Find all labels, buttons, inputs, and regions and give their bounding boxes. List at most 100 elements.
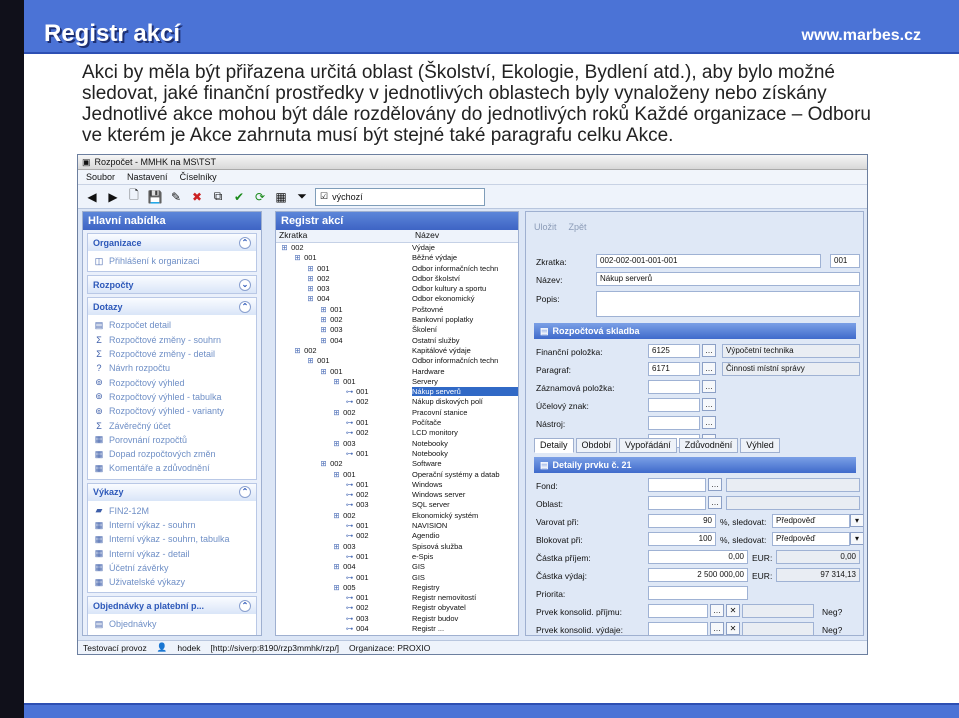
- new-icon[interactable]: 🗋: [126, 188, 142, 205]
- expand-node-icon[interactable]: ⊞: [319, 315, 328, 324]
- fond-pick-button[interactable]: …: [708, 478, 722, 491]
- fin-code-field[interactable]: 6125: [648, 344, 700, 358]
- tab-outlook[interactable]: Výhled: [740, 438, 780, 453]
- nav-item[interactable]: ▦ Dopad rozpočtových změn: [94, 447, 250, 461]
- tree-row[interactable]: ⊶ 002 LCD monitory: [276, 428, 518, 438]
- expand-node-icon[interactable]: ⊞: [332, 377, 341, 386]
- expand-node-icon[interactable]: ⊞: [293, 253, 302, 262]
- col-code[interactable]: Zkratka: [276, 230, 412, 242]
- nav-group-header[interactable]: Výkazy ⌃: [88, 483, 256, 501]
- view-combo[interactable]: ☑ výchozí: [315, 187, 485, 206]
- save-icon[interactable]: 💾: [147, 189, 163, 205]
- tab-settlement[interactable]: Vypořádání: [619, 438, 677, 453]
- tree-row[interactable]: ⊶ 002 Nákup diskových polí: [276, 397, 518, 407]
- par-code-field[interactable]: 6171: [648, 362, 700, 376]
- leaf-node-icon[interactable]: ⊶: [345, 480, 354, 489]
- leaf-node-icon[interactable]: ⊶: [345, 387, 354, 396]
- nav-item[interactable]: ▦ Interní výkaz - souhrn, tabulka: [94, 532, 250, 546]
- tree-row[interactable]: ⊞ 001 Běžné výdaje: [276, 253, 518, 263]
- tree-row[interactable]: ⊞ 002 Pracovní stanice: [276, 408, 518, 418]
- nav-item[interactable]: Σ Závěrečný účet: [94, 418, 250, 432]
- tree-row[interactable]: ⊞ 001 Poštovné: [276, 305, 518, 315]
- tree-row[interactable]: ⊞ 001 Odbor informačních techn: [276, 356, 518, 366]
- table-icon[interactable]: ▦: [273, 189, 289, 205]
- collapse-icon[interactable]: ⌃: [239, 300, 251, 313]
- fond-field[interactable]: [648, 478, 706, 492]
- menu-file[interactable]: Soubor: [86, 172, 115, 182]
- tree-row[interactable]: ⊞ 005 Registry: [276, 583, 518, 593]
- expand-node-icon[interactable]: ⊞: [332, 408, 341, 417]
- expand-node-icon[interactable]: ⊞: [319, 305, 328, 314]
- expense-field[interactable]: 2 500 000,00: [648, 568, 748, 582]
- tree-row[interactable]: ⊞ 003 Odbor kultury a sportu: [276, 284, 518, 294]
- nav-group-header[interactable]: Organizace ⌃: [88, 234, 256, 251]
- nav-item[interactable]: Σ Rozpočtové změny - detail: [94, 347, 250, 361]
- expand-node-icon[interactable]: ⊞: [319, 325, 328, 334]
- tree-row[interactable]: ⊶ 004 Registr ...: [276, 624, 518, 634]
- tree-row[interactable]: ⊞ 004 Odbor ekonomický: [276, 294, 518, 304]
- tree-row[interactable]: ⊞ 001 Hardware: [276, 367, 518, 377]
- warn-watch-select[interactable]: Předpověď: [772, 514, 850, 528]
- leaf-node-icon[interactable]: ⊶: [345, 593, 354, 602]
- nav-group-header[interactable]: Objednávky a platební p... ⌃: [88, 597, 256, 615]
- chevron-down-icon[interactable]: ▾: [850, 532, 863, 545]
- leaf-node-icon[interactable]: ⊶: [345, 614, 354, 623]
- expand-node-icon[interactable]: ⊞: [306, 274, 315, 283]
- tree-row[interactable]: ⊞ 002 Software: [276, 459, 518, 469]
- cons-out-clear-icon[interactable]: ✕: [726, 622, 740, 635]
- tree-row[interactable]: ⊶ 002 Agendio: [276, 531, 518, 541]
- edit-icon[interactable]: ✎: [168, 189, 184, 205]
- code-field[interactable]: 002-002-001-001-001: [596, 254, 821, 268]
- oblast-field[interactable]: [648, 496, 706, 510]
- nav-item[interactable]: ⊚ Rozpočtový výhled - varianty: [94, 404, 250, 418]
- cons-out-field[interactable]: [648, 622, 708, 635]
- block-watch-select[interactable]: Předpověď: [772, 532, 850, 546]
- tree-row[interactable]: ⊞ 002 Ekonomický systém: [276, 511, 518, 521]
- leaf-node-icon[interactable]: ⊶: [345, 573, 354, 582]
- nav-item[interactable]: ▦ Interní výkaz - souhrn: [94, 518, 250, 532]
- menu-settings[interactable]: Nastavení: [127, 172, 168, 182]
- tree-row[interactable]: ⊞ 003 Notebooky: [276, 439, 518, 449]
- leaf-node-icon[interactable]: ⊶: [345, 552, 354, 561]
- tree-row[interactable]: ⊶ 001 Registr nemovitostí: [276, 593, 518, 603]
- leaf-node-icon[interactable]: ⊶: [345, 624, 354, 633]
- leaf-node-icon[interactable]: ⊶: [345, 418, 354, 427]
- check-icon[interactable]: ✔: [231, 189, 247, 205]
- leaf-node-icon[interactable]: ⊶: [345, 397, 354, 406]
- block-pct-field[interactable]: 100: [648, 532, 716, 546]
- expand-node-icon[interactable]: ⊞: [280, 243, 289, 252]
- ucel-field[interactable]: [648, 398, 700, 412]
- leaf-node-icon[interactable]: ⊶: [345, 531, 354, 540]
- nav-item[interactable]: ▦ Uživatelské výkazy: [94, 575, 250, 589]
- tree-row[interactable]: ⊞ 001 Operační systémy a datab: [276, 470, 518, 480]
- expand-node-icon[interactable]: ⊞: [332, 470, 341, 479]
- cons-in-pick-button[interactable]: …: [710, 604, 724, 617]
- nav-group-header[interactable]: Rozpočty ⌄: [88, 276, 256, 294]
- copy-icon[interactable]: ⧉: [210, 189, 226, 205]
- back-icon[interactable]: ◀: [84, 189, 100, 205]
- expand-node-icon[interactable]: ⊞: [306, 294, 315, 303]
- tree-row[interactable]: ⊶ 003 Registr budov: [276, 614, 518, 624]
- menu-codebooks[interactable]: Číselníky: [180, 172, 217, 182]
- refresh-icon[interactable]: ⟳: [252, 189, 268, 205]
- nav-item[interactable]: ▦ Interní výkaz - detail: [94, 546, 250, 560]
- tree-row[interactable]: ⊞ 003 Školení: [276, 325, 518, 335]
- tree-row[interactable]: ⊶ 001 Počítače: [276, 418, 518, 428]
- back-button[interactable]: Zpět: [569, 222, 587, 232]
- collapse-icon[interactable]: ⌃: [239, 236, 251, 249]
- expand-node-icon[interactable]: ⊞: [332, 583, 341, 592]
- nav-item[interactable]: ⊚ Rozpočtový výhled: [94, 375, 250, 389]
- expand-icon[interactable]: ⌄: [239, 278, 251, 291]
- tree-row[interactable]: ⊶ 002 Windows server: [276, 490, 518, 500]
- fin-pick-button[interactable]: …: [702, 344, 716, 357]
- ucel-pick-button[interactable]: …: [702, 398, 716, 411]
- expand-node-icon[interactable]: ⊞: [293, 346, 302, 355]
- nav-item[interactable]: ? Návrh rozpočtu: [94, 361, 250, 375]
- leaf-node-icon[interactable]: ⊶: [345, 500, 354, 509]
- tree-row[interactable]: ⊞ 004 Ostatní služby: [276, 336, 518, 346]
- expand-node-icon[interactable]: ⊞: [319, 336, 328, 345]
- nastroj-field[interactable]: [648, 416, 700, 430]
- tree-row[interactable]: ⊞ 002 Výdaje: [276, 243, 518, 253]
- expand-node-icon[interactable]: ⊞: [332, 562, 341, 571]
- nav-item[interactable]: ▦ Účetní závěrky: [94, 561, 250, 575]
